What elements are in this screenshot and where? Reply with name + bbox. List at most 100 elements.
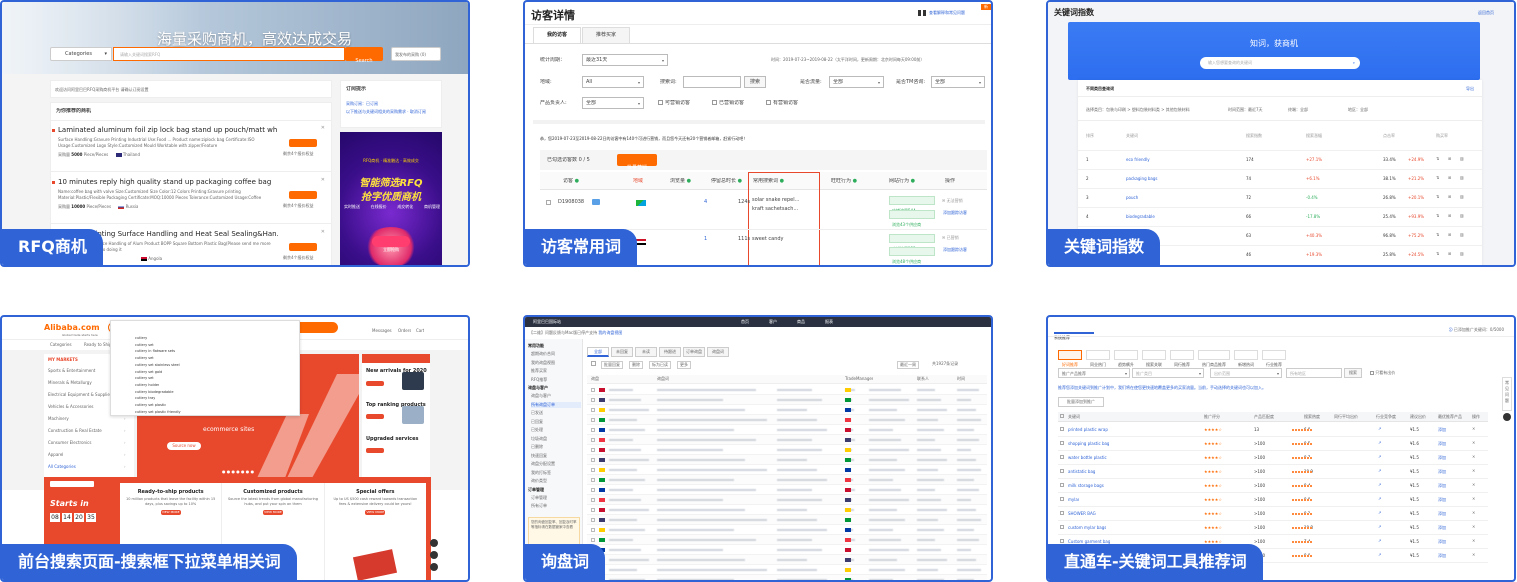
remove-icon[interactable]: ✕ [1472, 468, 1475, 474]
suggestion-item[interactable]: cutlery set [135, 356, 154, 361]
delete-button[interactable]: 删除 [629, 361, 643, 369]
suggestion-item[interactable]: cutlery set stainless steel [135, 363, 180, 368]
menu-item[interactable]: RFQ推荐 [531, 377, 581, 383]
menu-item[interactable]: 快速回复 [531, 453, 581, 459]
close-icon[interactable]: ✕ [321, 177, 325, 184]
table-row[interactable]: D1908038 4 124s solar snake repel... kra… [540, 190, 987, 230]
quote-button[interactable]: 立即报价 [289, 191, 317, 207]
inquiry-row[interactable] [587, 455, 987, 465]
period-select[interactable]: 最近31天 ▾ [582, 54, 668, 66]
rfq-category-select[interactable]: Categories ▾ [50, 47, 112, 61]
compare-icon[interactable]: ⊞ [1448, 232, 1451, 238]
p4p-cell-kw[interactable]: mylar [1068, 497, 1079, 503]
menu-item[interactable]: 所有询盘订单 [531, 401, 581, 408]
kw-cell-kw[interactable]: pouch [1126, 195, 1138, 201]
row-checkbox[interactable] [591, 538, 595, 542]
row-checkbox[interactable] [1060, 539, 1064, 543]
row-checkbox[interactable] [591, 458, 595, 462]
close-icon[interactable]: ✕ [321, 125, 325, 132]
inquiry-row[interactable] [587, 535, 987, 545]
market-select[interactable]: 推广产品推荐 ▾ [1058, 368, 1130, 378]
category-select[interactable]: 推广类目 ▾ [1132, 368, 1204, 378]
row-checkbox[interactable] [591, 448, 595, 452]
p4p-search-button[interactable]: 搜索 [1344, 368, 1362, 378]
p4p-cell-kw[interactable]: antistatic bag [1068, 469, 1095, 475]
source-now-button[interactable]: Source now [167, 442, 201, 450]
row-checkbox[interactable] [591, 438, 595, 442]
tab[interactable]: 未回复 [611, 347, 633, 357]
market-item[interactable]: Consumer Electronics [48, 440, 130, 446]
top-nav-item[interactable]: 客户 [769, 319, 777, 325]
menu-item[interactable]: 所有订单 [531, 503, 581, 509]
market-item[interactable]: All Categories [48, 464, 130, 470]
suggestion-item[interactable]: cutlery set plastic [135, 403, 166, 408]
promo-card[interactable]: Special offers Up to US $500 cash reward… [325, 483, 426, 580]
row-checkbox[interactable] [591, 488, 595, 492]
owner-select[interactable]: 全部 ▾ [582, 97, 644, 109]
inquiry-row[interactable] [587, 485, 987, 495]
menu-item[interactable]: 我的打标签 [531, 470, 581, 476]
p4p-cell-act[interactable]: 添加 [1438, 455, 1446, 461]
rfq-search-button[interactable]: Search [345, 47, 383, 64]
tab-system-recommend[interactable]: 系统推荐 [1054, 324, 1094, 340]
suggestion-item[interactable]: cutlery in flatware sets [135, 349, 175, 354]
p4p-cell-act[interactable]: 添加 [1438, 525, 1446, 531]
recommend-tab[interactable]: 新增热词 [1234, 350, 1258, 367]
recommend-tab[interactable]: 趋势飙升 [1114, 350, 1138, 367]
recommend-tab[interactable]: 同业热门 [1086, 350, 1110, 367]
remove-icon[interactable]: ✕ [1472, 524, 1475, 530]
select-all-checkbox[interactable] [1060, 414, 1064, 418]
inquiry-row[interactable] [587, 475, 987, 485]
recommend-tab[interactable]: 好词推荐 [1058, 350, 1082, 367]
chart-icon[interactable]: ▥ [1460, 156, 1464, 162]
menu-item[interactable]: 已处理 [531, 427, 581, 433]
kw-row[interactable]: 4 biodegradable 66 -17.8% 25.4% +93.9% ⇅ ⊞ ▥ [1078, 207, 1482, 225]
table-row[interactable]: custom mylar bags★★★★☆>10010.8¥1.5添加↗✕ [1058, 521, 1488, 535]
p4p-cell-act[interactable]: 添加 [1438, 441, 1446, 447]
view-more-button[interactable]: VIEW MORE [366, 414, 385, 430]
menu-item[interactable]: 已删除 [531, 444, 581, 450]
p4p-cell-act[interactable]: 添加 [1438, 427, 1446, 433]
chart-icon[interactable]: ▥ [1460, 194, 1464, 200]
compare-icon[interactable]: ⊞ [1448, 156, 1451, 162]
search-icon[interactable]: ⌕ [1353, 60, 1355, 66]
view-more-button[interactable]: VIEW MORE [366, 448, 385, 464]
recommend-tab[interactable]: 热门商品推荐 [1198, 350, 1230, 367]
top-nav-item[interactable]: 报表 [825, 319, 833, 325]
rfq-item[interactable]: 10 minutes reply high quality stand up p… [51, 175, 331, 225]
trend-icon[interactable]: ⇅ [1436, 232, 1439, 238]
tab[interactable]: 询盘词 [707, 347, 729, 357]
table-row[interactable]: printed plastic wrap★★★★☆136.9¥1.5添加↗✕ [1058, 423, 1488, 437]
side-float-icon[interactable] [430, 563, 438, 571]
row-checkbox[interactable] [591, 508, 595, 512]
back-home-link[interactable]: 返回首页 [1478, 10, 1494, 16]
row-checkbox[interactable] [1060, 497, 1064, 501]
compare-icon[interactable]: ⊞ [1448, 213, 1451, 219]
recommend-tab[interactable]: 行业推荐 [1262, 350, 1286, 367]
row-checkbox[interactable] [591, 428, 595, 432]
row-checkbox[interactable] [591, 478, 595, 482]
p4p-cell-kw[interactable]: custom mylar bags [1068, 525, 1106, 531]
search-suggestions-dropdown[interactable]: cutlery cutlery set cutlery in flatware se… [110, 320, 300, 416]
inquiry-row[interactable] [587, 515, 987, 525]
row-checkbox[interactable] [591, 468, 595, 472]
row-checkbox[interactable] [591, 498, 595, 502]
trend-icon[interactable]: ⇅ [1436, 213, 1439, 219]
p4p-cell-act[interactable]: 添加 [1438, 483, 1446, 489]
row-checkbox[interactable] [591, 388, 595, 392]
tab-recommended-buyers[interactable]: 推荐买家 [582, 27, 630, 43]
help-link[interactable]: 查看解释和常见问题 [929, 10, 965, 16]
table-row[interactable]: water bottle plastic★★★★☆>1008.7¥1.5添加↗✕ [1058, 451, 1488, 465]
messages-link[interactable]: Messages [372, 328, 392, 334]
kw-row[interactable]: 3 pouch 72 -0.4% 26.8% +20.1% ⇅ ⊞ ▥ [1078, 188, 1482, 206]
avatar[interactable] [1503, 413, 1511, 421]
chart-icon[interactable]: ▥ [1460, 232, 1464, 238]
inquiry-row[interactable] [587, 495, 987, 505]
inquiry-row[interactable] [587, 395, 987, 405]
kw-row[interactable]: 2 packaging bags 74 +6.1% 38.1% +21.2% ⇅ ⊞ ▥ [1078, 169, 1482, 187]
filter-region[interactable]: 地区：全部 [1348, 107, 1368, 113]
remove-icon[interactable]: ✕ [1472, 482, 1475, 488]
more-button[interactable]: 更多 [677, 361, 691, 369]
table-row[interactable]: antistatic bag★★★★☆>10010.9¥1.5添加↗✕ [1058, 465, 1488, 479]
alibaba-logo[interactable]: Alibaba.com [44, 323, 100, 332]
